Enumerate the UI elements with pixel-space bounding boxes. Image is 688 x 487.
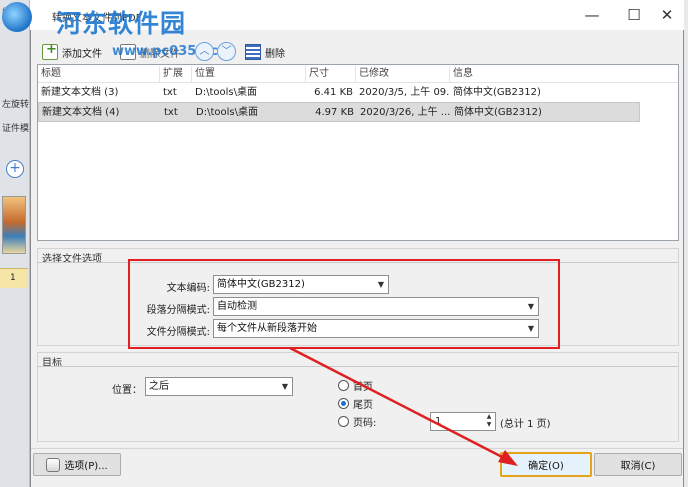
radio-first-page[interactable] [338, 380, 349, 391]
position-label: 位置： [112, 385, 142, 396]
cell-location: D:\tools\桌面 [195, 87, 257, 98]
options-icon [46, 457, 61, 472]
radio-first-page-label[interactable]: 首页 [353, 378, 373, 393]
close-button[interactable]: ✕ [651, 0, 683, 30]
group-divider [37, 366, 679, 367]
options-button-label: 选项(P)... [64, 461, 108, 472]
cancel-button[interactable]: 取消(C) [594, 453, 682, 476]
chevron-up-icon: ︿ [199, 46, 210, 57]
cell-modified: 2020/3/26, 上午 ... [360, 107, 451, 118]
move-up-button[interactable]: ︿ [195, 42, 214, 61]
cell-info: 简体中文(GB2312) [454, 107, 542, 118]
cell-ext: txt [163, 87, 177, 98]
add-files-label: 添加文件 [62, 48, 102, 60]
bg-status-item: 1 [0, 268, 28, 288]
column-header-size[interactable]: 尺寸 [306, 66, 356, 82]
bg-tab-id-photo[interactable]: 证件模 [0, 116, 30, 138]
radio-last-page-label[interactable]: 尾页 [353, 396, 373, 411]
position-select-value: 之后 [149, 381, 169, 392]
page-number-value: 1 [435, 416, 442, 427]
radio-page-number[interactable] [338, 416, 349, 427]
cell-size: 4.97 KB [315, 107, 354, 118]
cell-ext: txt [164, 107, 178, 118]
cell-title: 新建文本文档 (4) [42, 107, 120, 118]
radio-last-page[interactable] [338, 398, 349, 409]
annotation-highlight-box [128, 259, 560, 349]
table-row-selected[interactable]: 新建文本文档 (4) txt D:\tools\桌面 4.97 KB 2020/… [38, 102, 640, 122]
cell-title: 新建文本文档 (3) [41, 87, 119, 98]
ok-button[interactable]: 确定(O) [500, 452, 592, 477]
chevron-down-icon: ﹀ [221, 46, 232, 57]
position-select[interactable]: 之后 ▼ [145, 377, 293, 396]
options-button[interactable]: 选项(P)... [33, 453, 121, 476]
page-number-stepper[interactable]: 1 ▲ ▼ [430, 412, 496, 431]
column-header-modified[interactable]: 已修改 [356, 66, 450, 82]
bg-add-icon[interactable]: + [6, 160, 24, 178]
delete-button[interactable]: 删除 [245, 40, 285, 64]
watermark-site-name: 河东软件园 [56, 9, 187, 38]
bg-thumbnail-image[interactable] [2, 196, 26, 254]
column-header-title[interactable]: 标题 [38, 66, 160, 82]
cell-location: D:\tools\桌面 [196, 107, 258, 118]
delete-label: 删除 [265, 48, 285, 60]
table-row[interactable]: 新建文本文档 (3) txt D:\tools\桌面 6.41 KB 2020/… [38, 83, 640, 103]
cell-info: 简体中文(GB2312) [453, 87, 541, 98]
move-down-button[interactable]: ﹀ [217, 42, 236, 61]
column-header-info[interactable]: 信息 [450, 66, 640, 82]
column-header-location[interactable]: 位置 [192, 66, 306, 82]
maximize-button[interactable]: ☐ [618, 0, 650, 30]
column-header-ext[interactable]: 扩展 [160, 66, 192, 82]
add-files-button[interactable]: 添加文件 [42, 40, 102, 64]
radio-page-number-label[interactable]: 页码: [353, 414, 376, 429]
bg-tab-rotate-left[interactable]: 左旋转 [0, 92, 30, 114]
cell-modified: 2020/3/5, 上午 09... [359, 87, 450, 98]
minimize-button[interactable]: — [576, 0, 608, 30]
total-pages-text: (总计 1 页) [500, 419, 551, 430]
add-file-icon [42, 42, 58, 60]
stepper-arrows-icon[interactable]: ▲ ▼ [484, 413, 494, 430]
cell-size: 6.41 KB [314, 87, 353, 98]
dropdown-arrow-icon: ▼ [281, 382, 288, 391]
delete-list-icon [245, 44, 261, 60]
watermark-logo-icon [2, 2, 32, 32]
